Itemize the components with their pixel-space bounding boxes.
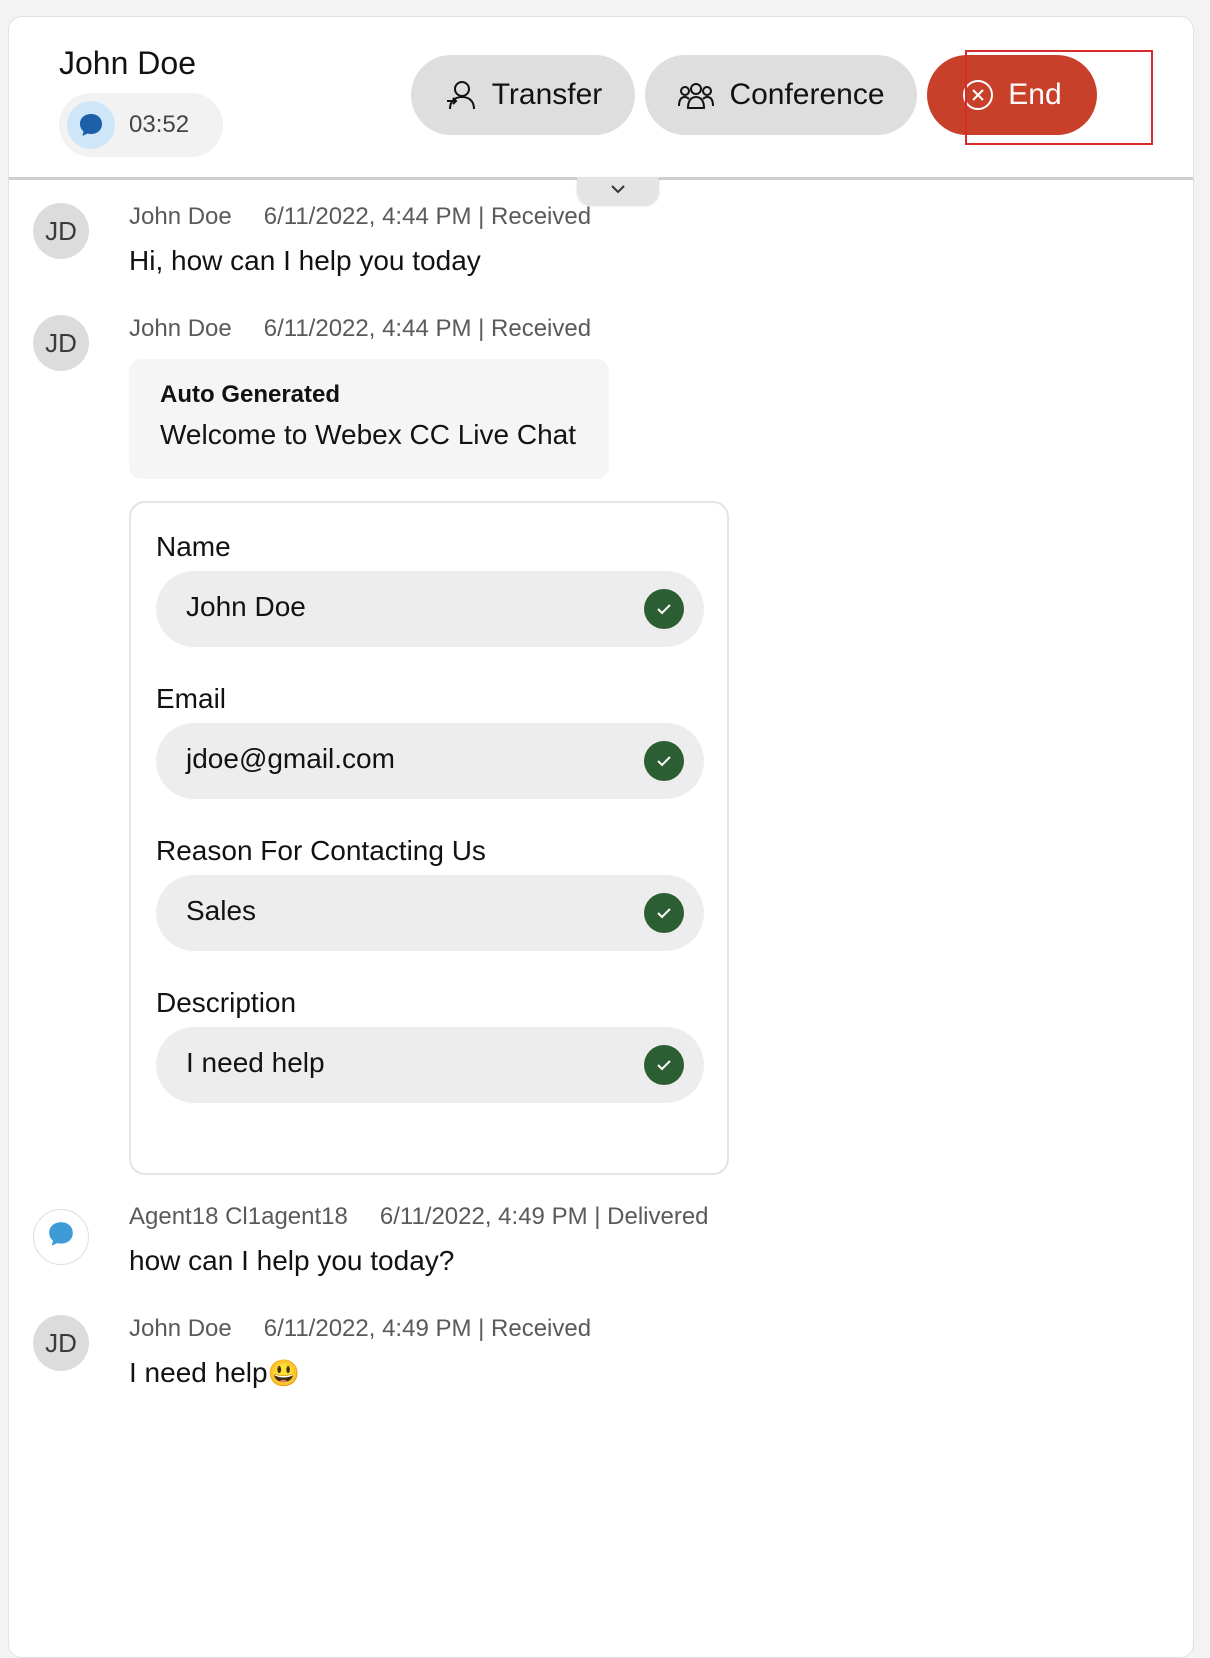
contact-name: John Doe: [59, 45, 196, 81]
message-sender: John Doe: [129, 315, 232, 342]
description-field: I need help: [156, 1027, 704, 1103]
conference-label: Conference: [729, 78, 885, 111]
auto-generated-card: Auto Generated Welcome to Webex CC Live …: [129, 359, 609, 479]
name-field: John Doe: [156, 571, 704, 647]
reason-field-label: Reason For Contacting Us: [156, 835, 486, 866]
message-sender: John Doe: [129, 203, 232, 230]
transfer-label: Transfer: [491, 78, 603, 111]
interaction-header: John Doe 03:52 Transfer Conference End: [9, 17, 1193, 180]
check-icon: [644, 741, 684, 781]
message-text: how can I help you today?: [129, 1245, 455, 1276]
chat-bubble-icon: [46, 1219, 76, 1256]
message-meta: John Doe 6/11/2022, 4:44 PM | Received: [129, 315, 591, 343]
conference-button[interactable]: Conference: [645, 55, 917, 135]
message-text: Hi, how can I help you today: [129, 245, 481, 276]
message-meta: John Doe 6/11/2022, 4:44 PM | Received: [129, 203, 591, 231]
email-field-label: Email: [156, 683, 227, 714]
description-field-label: Description: [156, 987, 297, 1018]
auto-generated-text: Welcome to Webex CC Live Chat: [160, 419, 577, 450]
name-field-label: Name: [156, 531, 231, 562]
check-icon: [644, 589, 684, 629]
email-field: jdoe@gmail.com: [156, 723, 704, 799]
message-meta: Agent18 Cl1agent18 6/11/2022, 4:49 PM | D…: [129, 1203, 709, 1231]
avatar: JD: [33, 1315, 89, 1371]
message-timestamp: 6/11/2022, 4:49 PM | Received: [263, 1315, 592, 1342]
timer-value: 03:52: [129, 111, 190, 138]
reason-field-value: Sales: [186, 895, 257, 926]
chat-timer: 03:52: [59, 93, 223, 157]
message-sender: Agent18 Cl1agent18: [129, 1203, 348, 1230]
pre-chat-form-card: Name John Doe Email jdoe@gmail.com Reaso…: [129, 501, 729, 1175]
chat-panel: John Doe 03:52 Transfer Conference End J…: [8, 16, 1194, 1658]
transfer-button[interactable]: Transfer: [411, 55, 635, 135]
chat-channel-icon: [67, 101, 115, 149]
auto-generated-title: Auto Generated: [160, 381, 341, 408]
end-button-highlight: [965, 50, 1153, 145]
check-icon: [644, 893, 684, 933]
transfer-icon: [444, 78, 478, 112]
message-timestamp: 6/11/2022, 4:49 PM | Delivered: [379, 1203, 709, 1230]
email-field-value: jdoe@gmail.com: [186, 743, 395, 774]
description-field-value: I need help: [186, 1047, 325, 1078]
message-timestamp: 6/11/2022, 4:44 PM | Received: [263, 203, 592, 230]
message-text: I need help😃: [129, 1357, 300, 1389]
avatar: JD: [33, 203, 89, 259]
collapse-toggle[interactable]: [577, 177, 659, 205]
message-text-content: I need help: [129, 1357, 268, 1388]
reason-field: Sales: [156, 875, 704, 951]
conference-icon: [677, 78, 715, 112]
check-icon: [644, 1045, 684, 1085]
smiley-emoji: 😃: [267, 1358, 300, 1388]
avatar: JD: [33, 315, 89, 371]
message-sender: John Doe: [129, 1315, 232, 1342]
chevron-down-icon: [609, 182, 627, 200]
message-timestamp: 6/11/2022, 4:44 PM | Received: [263, 315, 592, 342]
name-field-value: John Doe: [186, 591, 306, 622]
message-meta: John Doe 6/11/2022, 4:49 PM | Received: [129, 1315, 591, 1343]
agent-avatar: [33, 1209, 89, 1265]
